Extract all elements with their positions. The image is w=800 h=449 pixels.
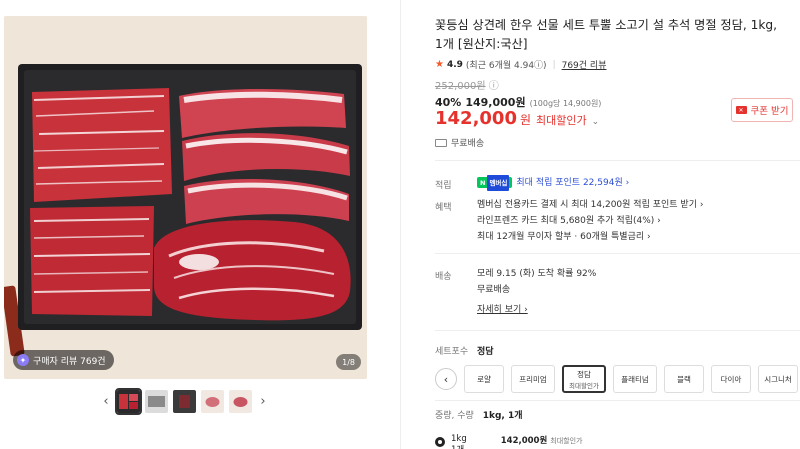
- point-row[interactable]: N 멤버십 최대 적립 포인트 22,594원 ›: [477, 174, 629, 191]
- rating-separator: |: [552, 59, 556, 70]
- delivery-info: 모레 9.15 (화) 도착 확률 92% 무료배송 자세히 보기 ›: [477, 266, 596, 318]
- chevron-down-icon: ⌄: [591, 117, 600, 127]
- truck-icon: [435, 138, 447, 147]
- option-selected-value: 정담: [477, 347, 494, 357]
- thumbnail-1[interactable]: [115, 388, 142, 415]
- section-divider: [435, 330, 800, 331]
- quantity-option[interactable]: 1kg1개 142,000원최대할인가: [435, 434, 582, 449]
- quantity-option-price: 142,000원 최대할인가: [500, 436, 583, 446]
- main-product-image[interactable]: ✦ 구매자 리뷰 769건 1/8: [4, 16, 367, 379]
- shipping-summary: 무료배송: [435, 136, 484, 149]
- final-price-currency: 원: [519, 113, 532, 127]
- option-label-row: 세트포수 정담: [435, 344, 494, 357]
- rating-recent[interactable]: (최근 6개월 4.94ⓘ): [466, 58, 547, 71]
- option-chip[interactable]: 플래티넘: [613, 365, 657, 393]
- final-price-row[interactable]: 142,000 원 최대할인가 ⌄: [435, 108, 599, 129]
- option-chip[interactable]: 다이아: [711, 365, 751, 393]
- thumb-prev-button[interactable]: ‹: [100, 394, 112, 409]
- option-chip[interactable]: 로얄: [464, 365, 504, 393]
- quantity-label: 중량, 수량: [435, 411, 474, 421]
- quantity-option-weight: 1kg1개: [451, 434, 467, 449]
- option-label: 세트포수: [435, 347, 469, 357]
- thumbnail-2[interactable]: [145, 390, 168, 413]
- info-icon[interactable]: ⓘ: [489, 81, 499, 92]
- original-price-row: 252,000원 ⓘ: [435, 77, 499, 92]
- option-chips: ‹ 로얄 프리미엄 정담최대할인가 플래티넘 블랙 다이아 시그니처 ›: [435, 362, 800, 396]
- benefit-item[interactable]: 멤버십 전용카드 결제 시 최대 14,200원 적립 포인트 받기 ›: [477, 197, 703, 213]
- option-chip[interactable]: 블랙: [664, 365, 704, 393]
- section-divider: [435, 253, 800, 254]
- coupon-button[interactable]: ✕ 쿠폰 받기: [731, 98, 793, 122]
- delivery-detail-link[interactable]: 자세히 보기 ›: [477, 305, 528, 315]
- section-divider: [435, 400, 800, 401]
- product-gallery: ✦ 구매자 리뷰 769건 1/8 ‹ ›: [0, 0, 400, 449]
- quantity-label-row: 중량, 수량 1kg, 1개: [435, 408, 523, 421]
- column-divider: [400, 0, 401, 449]
- thumbnail-4[interactable]: [201, 390, 224, 413]
- thumb-next-button[interactable]: ›: [257, 394, 269, 409]
- benefit-item[interactable]: 라인프렌즈 카드 최대 5,680원 추가 적립(4%) ›: [477, 213, 703, 229]
- product-title: 꽃등심 상견례 한우 선물 세트 투뿔 소고기 설 추석 명절 정담, 1kg,…: [435, 18, 778, 51]
- option-chip-selected[interactable]: 정담 최대할인가: [562, 365, 606, 393]
- original-price: 252,000원: [435, 81, 486, 92]
- delivery-eta: 모레 9.15 (화) 도착 확률 92%: [477, 269, 597, 279]
- product-info: 꽃등심 상견례 한우 선물 세트 투뿔 소고기 설 추석 명절 정담, 1kg,…: [435, 0, 800, 449]
- rating-row: ★ 4.9 (최근 6개월 4.94ⓘ) | 769건 리뷰: [435, 58, 607, 71]
- benefit-label: 혜택: [435, 203, 452, 213]
- review-icon: ✦: [17, 354, 29, 366]
- delivery-label: 배송: [435, 272, 452, 282]
- delivery-free: 무료배송: [477, 285, 511, 295]
- benefit-item[interactable]: 최대 12개월 무이자 할부 · 60개월 특별금리 ›: [477, 229, 703, 245]
- review-badge-label: 구매자 리뷰 769건: [33, 356, 106, 367]
- max-discount-tag: 최대할인가: [536, 114, 587, 127]
- thumbnail-5[interactable]: [229, 390, 252, 413]
- radio-selected[interactable]: [435, 437, 445, 447]
- section-divider: [435, 160, 800, 161]
- final-price: 142,000: [435, 108, 517, 129]
- beef-gift-set-illustration: [4, 16, 367, 379]
- option-chip[interactable]: 시그니처: [758, 365, 798, 393]
- coupon-label: 쿠폰 받기: [750, 106, 789, 117]
- thumbnail-3[interactable]: [173, 390, 196, 413]
- buyer-review-badge[interactable]: ✦ 구매자 리뷰 769건: [13, 350, 114, 370]
- star-icon: ★: [435, 59, 444, 70]
- rating-score: 4.9: [446, 59, 463, 70]
- point-label: 적립: [435, 181, 452, 191]
- npay-membership-badge: N 멤버십: [477, 174, 513, 191]
- max-point-link[interactable]: 최대 적립 포인트 22,594원 ›: [516, 178, 629, 188]
- coupon-icon: ✕: [735, 106, 747, 114]
- option-chip[interactable]: 프리미엄: [511, 365, 555, 393]
- benefit-list: 멤버십 전용카드 결제 시 최대 14,200원 적립 포인트 받기 › 라인프…: [477, 197, 703, 245]
- options-prev-button[interactable]: ‹: [435, 368, 457, 390]
- quantity-selected-value: 1kg, 1개: [482, 411, 523, 421]
- thumbnail-strip: ‹ ›: [100, 388, 269, 415]
- review-count-link[interactable]: 769건 리뷰: [562, 58, 607, 71]
- shipping-summary-text: 무료배송: [451, 139, 485, 149]
- image-page-indicator: 1/8: [336, 354, 361, 370]
